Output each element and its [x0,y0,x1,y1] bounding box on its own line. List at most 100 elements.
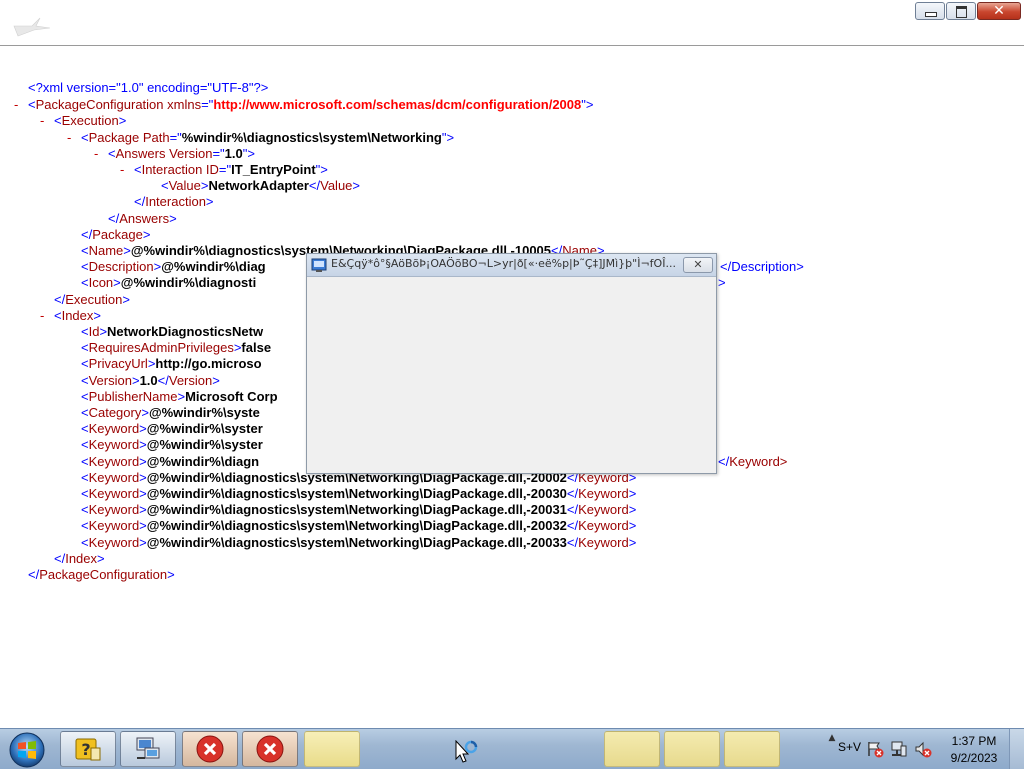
xml-tag: Keyword [578,486,629,501]
error-icon [256,735,284,763]
xml-tag: Answers [115,146,166,161]
xml-tag: Package [88,130,140,145]
xml-value: http://go.microso [155,356,262,371]
tray-expand-button[interactable]: ▲ [826,733,838,765]
restore-button[interactable] [946,2,976,20]
xml-tag: Keyword [88,518,140,533]
xml-line: <Keyword>@%windir%\diagnostics\system\Ne… [81,518,637,533]
xml-tag: Value [168,178,201,193]
xml-tail-text: </Description [720,259,797,274]
xml-line: <PublisherName>Microsoft Corp [81,389,278,404]
xml-attr-value: 1.0 [224,146,243,161]
busy-cursor-icon [455,740,478,763]
language-indicator[interactable]: S+V [838,740,861,754]
network-status-icon[interactable] [890,740,908,758]
help-icon: ? [75,738,101,761]
dialog-title: E&Çqÿ*ô°§AöBõÞ¡OAÖõBO¬L>yr|ð[«·eë%p|Þ˜Ç‡… [331,257,676,270]
taskbar-network[interactable] [120,731,176,767]
xml-line: </Interaction> [134,194,214,209]
taskbar-help[interactable]: ? [60,731,116,767]
xml-line: <Interaction ID="IT_EntryPoint"> [134,162,328,177]
xml-tag: Keyword [88,470,140,485]
xml-value: @%windir%\diagnostics\system\Networking\… [146,518,567,533]
xml-line: <Keyword>@%windir%\diagnostics\system\Ne… [81,535,637,550]
action-center-icon[interactable] [866,740,884,758]
collapse-toggle[interactable]: - [67,130,71,146]
xml-tag: Keyword [578,502,629,517]
taskbar-slot[interactable] [724,731,780,767]
xml-line: </Answers> [108,211,177,226]
show-desktop-button[interactable] [1009,729,1024,769]
volume-muted-icon[interactable] [914,740,932,758]
notification-area: ▲ S+V [822,729,942,769]
xml-tag: Interaction [141,162,203,177]
xml-line: <Value>NetworkAdapter</Value> [161,178,361,193]
collapse-toggle[interactable]: - [40,113,44,129]
xml-line: <Description>@%windir%\diag [81,259,266,274]
taskbar-slot[interactable] [304,731,360,767]
xml-tag: Description [88,259,154,274]
garbled-dialog: E&Çqÿ*ô°§AöBõÞ¡OAÖõBO¬L>yr|ð[«·eë%p|Þ˜Ç‡… [306,253,717,474]
taskbar-slot[interactable] [604,731,660,767]
xml-tag: Id [88,324,100,339]
xml-line: <Keyword>@%windir%\diagnostics\system\Ne… [81,502,637,517]
xml-line-tail: </Keyword> [718,454,788,469]
minimize-button[interactable] [915,2,945,20]
close-button[interactable]: ✕ [977,2,1021,20]
xml-tag: RequiresAdminPrivileges [88,340,234,355]
close-icon: ✕ [693,258,703,271]
xml-line: <Icon>@%windir%\diagnosti [81,275,257,290]
xml-tag: PackageConfiguration [35,97,164,112]
network-setup-icon [136,737,160,759]
xml-tag: Keyword [88,437,140,452]
xml-line: </PackageConfiguration> [28,567,175,582]
xml-tag: PublisherName [88,389,178,404]
dialog-titlebar[interactable]: E&Çqÿ*ô°§AöBõÞ¡OAÖõBO¬L>yr|ð[«·eë%p|Þ˜Ç‡… [307,254,716,277]
xml-value: NetworkDiagnosticsNetw [107,324,264,339]
xml-line-tail: > [718,275,726,291]
xml-line: <Keyword>@%windir%\diagn [81,454,260,469]
back-arrow-icon[interactable] [12,16,52,44]
collapse-toggle[interactable]: - [40,308,44,324]
xml-line: </Index> [54,551,105,566]
taskbar-error-1[interactable] [182,731,238,767]
xml-tag: Index [65,551,98,566]
collapse-toggle[interactable]: - [94,146,98,162]
xml-tag: Version [168,373,213,388]
system-clock[interactable]: 1:37 PM 9/2/2023 [942,733,1006,767]
xml-tag: Interaction [145,194,206,209]
taskbar-slot[interactable] [664,731,720,767]
xml-attr-value: http://www.microsoft.com/schemas/dcm/con… [213,97,582,112]
xml-value: @%windir%\diagn [146,454,260,469]
xml-line: </Execution> [54,292,130,307]
xml-value: @%windir%\diagnostics\system\Networking\… [146,502,567,517]
clock-time: 1:37 PM [951,734,997,748]
xml-attr-name: Path [142,130,170,145]
xml-tag: Index [61,308,94,323]
xml-attr-name: Version [169,146,213,161]
xml-tag: Value [320,178,353,193]
collapse-toggle[interactable]: - [120,162,124,178]
xml-tail-text: Keyword> [729,454,788,469]
xml-tag: Package [92,227,143,242]
xml-tag: Keyword [578,535,629,550]
xml-line: <Keyword>@%windir%\diagnostics\system\Ne… [81,486,637,501]
collapse-toggle[interactable]: - [14,97,18,113]
xml-line: <Execution> [54,113,127,128]
xml-value: Microsoft Corp [185,389,278,404]
taskbar-error-2[interactable] [242,731,298,767]
xml-declaration: <?xml version="1.0" encoding="UTF-8"?> [28,80,268,96]
xml-line: <PrivacyUrl>http://go.microso [81,356,262,371]
minimize-icon [925,12,937,17]
dialog-close-button[interactable]: ✕ [683,257,713,273]
xml-value: @%windir%\syster [146,421,263,436]
xml-tag: Version [88,373,132,388]
xml-value: @%windir%\syste [148,405,260,420]
browser-toolbar: ✕ [0,0,1024,46]
xml-tag: Icon [88,275,114,290]
error-icon [196,735,224,763]
xml-line: <Category>@%windir%\syste [81,405,260,420]
xml-line: <Keyword>@%windir%\syster [81,421,263,436]
xml-tail-text: > [718,275,726,290]
start-button[interactable] [4,731,50,769]
